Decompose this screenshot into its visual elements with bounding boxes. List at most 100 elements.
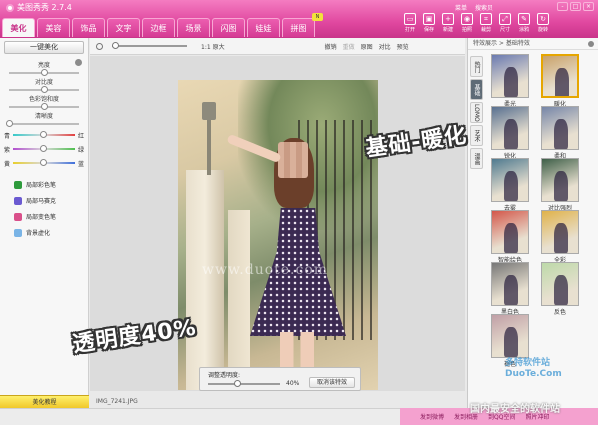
menu-link[interactable]: 菜单 (455, 3, 467, 12)
effect-tab-0[interactable]: 热门 (470, 56, 483, 77)
slider-track (9, 123, 79, 125)
camera-button[interactable]: ◉ 拍照 (459, 13, 475, 33)
close-button[interactable]: × (583, 2, 594, 11)
adjust-slider-1[interactable] (9, 86, 79, 93)
effects-breadcrumb: 特效展示 > 基础特效 (468, 38, 598, 50)
tab-beauty[interactable]: 美容 (37, 18, 70, 37)
brush-item[interactable]: 背景虚化 (0, 224, 88, 240)
original-button[interactable]: 原图 (361, 42, 373, 51)
slider-knob[interactable] (41, 103, 48, 110)
tab-scene[interactable]: 场景 (177, 18, 210, 37)
open-button[interactable]: ▭ 打开 (402, 13, 418, 33)
tab-beautify[interactable]: 美化 (2, 18, 35, 37)
brush-item[interactable]: 局部马赛克 (0, 192, 88, 208)
effect-thumb[interactable]: 黑白色 (489, 262, 531, 316)
search-link[interactable]: 搜索贝 (475, 3, 493, 12)
compare-button[interactable]: 对比 (379, 42, 391, 51)
tab-flash[interactable]: 闪图 (212, 18, 245, 37)
tab-frame[interactable]: 边框 (142, 18, 175, 37)
color-balance-slider[interactable] (13, 159, 75, 166)
reset-icon[interactable] (75, 59, 82, 66)
effect-thumb[interactable]: 反色 (539, 262, 581, 316)
status-bar: IMG_7241.JPG (90, 396, 465, 408)
slider-knob[interactable] (41, 86, 48, 93)
photo-pillar (186, 170, 224, 390)
preview-button[interactable]: 预览 (397, 42, 409, 51)
rotate-button[interactable]: ↻ 旋转 (535, 13, 551, 33)
zoom-out-icon[interactable] (96, 43, 103, 50)
one-key-beautify-button[interactable]: 一键美化 (4, 41, 84, 54)
effect-thumb[interactable]: 柔和 (539, 106, 581, 160)
photo-lamp (202, 102, 216, 120)
new-button[interactable]: + 新建 (440, 13, 456, 33)
effect-thumb[interactable]: 柔光 (489, 54, 531, 108)
zoom-slider[interactable] (112, 42, 187, 49)
tutorial-button[interactable]: 美化教程 (0, 395, 89, 408)
brush-item[interactable]: 局部变色笔 (0, 208, 88, 224)
tab-collage[interactable]: 拼图 (282, 18, 315, 37)
tab-doll[interactable]: 娃娃 (247, 18, 280, 37)
tab-text[interactable]: 文字 (107, 18, 140, 37)
effect-thumb[interactable]: 去雾 (489, 158, 531, 212)
crop-label: 裁剪 (480, 27, 491, 33)
slider-knob[interactable] (41, 69, 48, 76)
color-balance-slider[interactable] (13, 145, 75, 152)
slider-knob[interactable] (6, 120, 13, 127)
new-label: 新建 (442, 27, 453, 33)
effect-preview (491, 54, 529, 98)
color-knob[interactable] (39, 131, 47, 138)
effect-thumb[interactable]: 智能绘色 (489, 210, 531, 264)
opacity-knob[interactable] (233, 380, 241, 387)
adjust-slider-3[interactable] (6, 120, 79, 127)
main-tabs: 美化 美容 饰品 文字 边框 场景 闪图 娃娃 拼图 (2, 18, 315, 37)
resize-button[interactable]: ⤢ 尺寸 (497, 13, 513, 33)
effect-preview (491, 158, 529, 202)
color-knob[interactable] (39, 145, 47, 152)
brush-item[interactable]: 局部彩色笔 (0, 176, 88, 192)
effect-preview (541, 158, 579, 202)
effect-tab-1[interactable]: 基础 (470, 79, 483, 100)
opacity-panel: 调整透明度: 40% 取消该特效 (199, 367, 361, 391)
opacity-percent: 40% (286, 380, 300, 387)
redo-button[interactable]: 重做 (343, 42, 355, 51)
settings-icon[interactable] (588, 41, 594, 47)
share-link-0[interactable]: 发到微博 (420, 412, 444, 421)
effect-tab-3[interactable]: 艺术 (470, 125, 483, 146)
adjust-label-0: 亮度 (0, 59, 88, 69)
effect-thumb[interactable]: 暖化 (539, 54, 581, 108)
zoom-knob[interactable] (112, 42, 119, 49)
adjust-label-1: 对比度 (34, 79, 53, 86)
undo-button[interactable]: 撤销 (325, 42, 337, 51)
save-button[interactable]: ▣ 保存 (421, 13, 437, 33)
effect-thumb[interactable]: 全彩 (539, 210, 581, 264)
cancel-effect-button[interactable]: 取消该特效 (309, 377, 355, 388)
app-logo-icon (6, 3, 14, 12)
effect-thumb[interactable]: 锐化 (489, 106, 531, 160)
window-controls: - □ × (557, 2, 594, 11)
photo-pillar-2 (228, 210, 250, 390)
adjust-slider-0[interactable] (9, 69, 79, 76)
color-balance-slider[interactable] (13, 131, 75, 138)
crop-button[interactable]: ⌗ 裁剪 (478, 13, 494, 33)
tab-accessories[interactable]: 饰品 (72, 18, 105, 37)
top-links: 菜单 搜索贝 (455, 3, 493, 12)
brush-icon (14, 212, 22, 221)
color-knob[interactable] (39, 159, 47, 166)
brush-icon: ✎ (518, 13, 530, 25)
minimize-button[interactable]: - (557, 2, 568, 11)
maximize-button[interactable]: □ (570, 2, 581, 11)
effect-thumb[interactable]: 对比强烈 (539, 158, 581, 212)
effect-tab-2[interactable]: LOMO (470, 102, 483, 123)
color-right-label: 红 (77, 133, 84, 140)
doodle-label: 涂鸦 (518, 27, 529, 33)
color-left-label: 青 (4, 133, 11, 140)
rotate-label: 旋转 (537, 27, 548, 33)
opacity-slider[interactable] (208, 383, 280, 385)
zoom-label[interactable]: 1:1 原大 (201, 42, 225, 51)
adjust-label-3: 清晰度 (34, 113, 53, 120)
adjust-slider-2[interactable] (9, 103, 79, 110)
effect-tab-4[interactable]: 漫画 (470, 148, 483, 169)
doodle-button[interactable]: ✎ 涂鸦 (516, 13, 532, 33)
photo-face-mosaic (278, 142, 308, 178)
photo-canvas[interactable] (178, 80, 378, 390)
